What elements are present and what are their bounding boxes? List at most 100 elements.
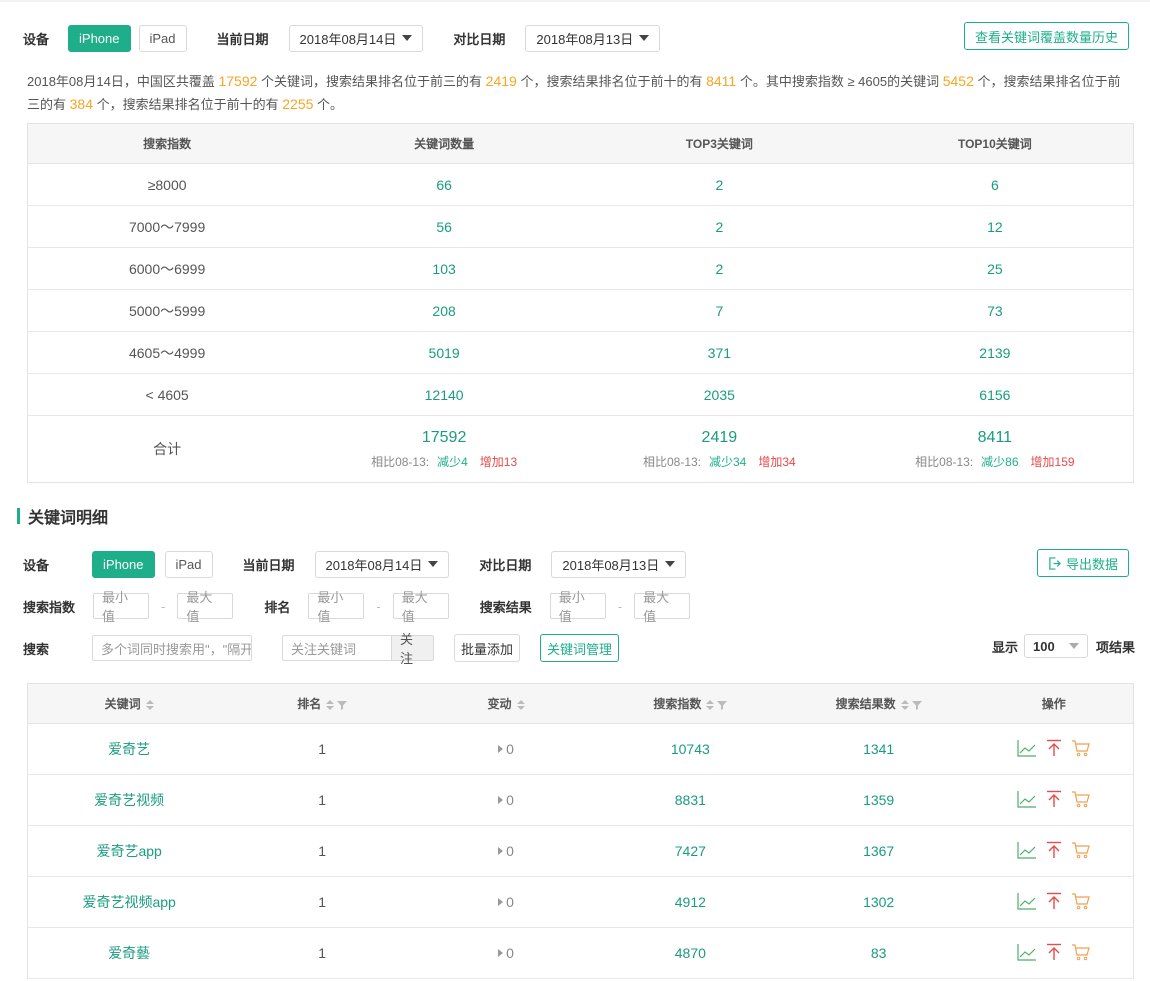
search-index-value: 10743	[597, 723, 783, 775]
table-row: 6000～6999 103 2 25	[27, 247, 1134, 290]
trend-chart-icon[interactable]	[1017, 739, 1037, 757]
cart-icon[interactable]	[1071, 943, 1091, 961]
header-change[interactable]: 变动	[414, 683, 598, 724]
chevron-down-icon	[1069, 643, 1080, 649]
table-header-row: 搜索指数 关键词数量 TOP3关键词 TOP10关键词	[27, 123, 1134, 164]
keyword-link[interactable]: 爱奇艺	[27, 723, 231, 775]
header-rank[interactable]: 排名	[230, 683, 415, 724]
device-iphone-button[interactable]: iPhone	[68, 24, 131, 52]
device-label: 设备	[23, 557, 50, 573]
rank-value: 1	[230, 723, 415, 775]
total-row: 合计 17592 相比08-13: 减少4 增加13 2419 相比08-13: 减少…	[28, 416, 1134, 483]
row-actions	[974, 825, 1134, 877]
trend-chart-icon[interactable]	[1017, 943, 1037, 961]
current-date-select[interactable]: 2018年08月14日	[288, 24, 424, 52]
device-ipad-button[interactable]: iPad	[164, 550, 213, 578]
keyword-link[interactable]: 爱奇艺视频app	[27, 876, 231, 928]
keyword-link[interactable]: 爱奇藝	[27, 927, 231, 979]
coverage-table: 搜索指数 关键词数量 TOP3关键词 TOP10关键词 ≥8000 66 2 6…	[27, 123, 1134, 483]
trend-chart-icon[interactable]	[1017, 892, 1037, 910]
row-actions	[974, 723, 1134, 775]
triangle-right-icon	[498, 796, 504, 804]
compare-date-select[interactable]: 2018年08月13日	[525, 24, 661, 52]
change-value: 0	[414, 825, 598, 877]
trend-chart-icon[interactable]	[1017, 841, 1037, 859]
sort-icon[interactable]	[706, 699, 715, 710]
result-count-value: 1302	[782, 876, 975, 928]
keyword-link[interactable]: 爱奇艺视频	[27, 774, 231, 826]
result-min-input[interactable]: 最小值	[549, 590, 606, 624]
follow-keyword-input[interactable]: 关注关键词	[282, 635, 393, 661]
rank-value: 1	[230, 876, 415, 928]
pin-top-icon[interactable]	[1045, 892, 1063, 910]
change-value: 0	[414, 774, 598, 826]
cart-icon[interactable]	[1071, 739, 1091, 757]
compare-date-label: 对比日期	[479, 557, 532, 573]
search-index-label: 搜索指数	[23, 599, 76, 615]
sort-icon[interactable]	[900, 699, 909, 710]
device-ipad-button[interactable]: iPad	[138, 24, 187, 52]
sort-icon[interactable]	[326, 699, 335, 710]
triangle-right-icon	[498, 745, 504, 753]
export-button[interactable]: 导出数据	[1037, 549, 1129, 577]
filter-icon[interactable]	[911, 700, 922, 710]
cart-icon[interactable]	[1071, 841, 1091, 859]
total-compare: 相比08-13: 减少86 增加159	[915, 454, 1075, 469]
keyword-manage-button[interactable]: 关键词管理	[540, 634, 620, 662]
header-keyword[interactable]: 关键词	[27, 683, 231, 724]
header-top3: TOP3关键词	[581, 123, 857, 164]
pin-top-icon[interactable]	[1045, 790, 1063, 808]
header-top10: TOP10关键词	[856, 123, 1134, 164]
total-top3: 2419	[701, 428, 738, 446]
search-input[interactable]: 多个词同时搜索用"，"隔开	[92, 635, 253, 661]
search-index-max-input[interactable]: 最大值	[177, 590, 234, 624]
table-row: 爱奇艺视频 1 0 8831 1359	[27, 774, 1134, 826]
sort-icon[interactable]	[516, 699, 525, 710]
batch-add-button[interactable]: 批量添加	[454, 634, 521, 662]
triangle-right-icon	[498, 847, 504, 855]
table-row: 爱奇艺 1 0 10743 1341	[27, 723, 1134, 775]
export-icon	[1049, 556, 1061, 570]
filter-icon[interactable]	[717, 700, 728, 710]
rank-min-input[interactable]: 最小值	[308, 590, 365, 624]
change-value: 0	[414, 927, 598, 979]
table-row: 4605～4999 5019 371 2139	[27, 331, 1134, 374]
device-iphone-button[interactable]: iPhone	[92, 550, 155, 578]
header-search-index[interactable]: 搜索指数	[597, 683, 783, 724]
rank-value: 1	[230, 825, 415, 877]
page-size-select[interactable]: 100	[1024, 634, 1089, 658]
filter-icon[interactable]	[337, 700, 348, 710]
sort-icon[interactable]	[145, 699, 154, 710]
header-actions: 操作	[974, 683, 1134, 724]
total-compare: 相比08-13: 减少34 增加34	[642, 454, 796, 469]
keyword-link[interactable]: 爱奇艺app	[27, 825, 231, 877]
cart-icon[interactable]	[1071, 790, 1091, 808]
rank-value: 1	[230, 927, 415, 979]
search-index-value: 7427	[597, 825, 783, 877]
range-filter-bar: 搜索指数 最小值 - 最大值 排名 最小值 - 最大值 搜索结果 最小值 - 最…	[23, 590, 691, 624]
cart-icon[interactable]	[1071, 892, 1091, 910]
follow-button[interactable]: 关注	[392, 632, 435, 666]
pin-top-icon[interactable]	[1045, 739, 1063, 757]
coverage-history-button[interactable]: 查看关键词覆盖数量历史	[964, 22, 1129, 50]
result-count-value: 1367	[782, 825, 975, 877]
header-result-count[interactable]: 搜索结果数	[782, 683, 975, 724]
search-result-label: 搜索结果	[479, 599, 532, 615]
trend-chart-icon[interactable]	[1017, 790, 1037, 808]
table-row: < 4605 12140 2035 6156	[27, 373, 1134, 416]
result-max-input[interactable]: 最大值	[634, 590, 691, 624]
current-date-select[interactable]: 2018年08月14日	[314, 550, 450, 578]
page-size-control: 显示 100 项结果	[992, 632, 1135, 660]
header-search-index: 搜索指数	[27, 123, 307, 164]
total-compare: 相比08-13: 减少4 增加13	[371, 454, 518, 469]
section-accent-bar	[17, 508, 20, 524]
coverage-filter-bar: 设备 iPhone iPad 当前日期 2018年08月14日 对比日期 201…	[23, 24, 661, 52]
rank-max-input[interactable]: 最大值	[392, 590, 449, 624]
row-actions	[974, 774, 1134, 826]
pin-top-icon[interactable]	[1045, 943, 1063, 961]
pin-top-icon[interactable]	[1045, 841, 1063, 859]
chevron-down-icon	[402, 35, 413, 41]
compare-date-select[interactable]: 2018年08月13日	[551, 550, 687, 578]
search-index-min-input[interactable]: 最小值	[93, 590, 150, 624]
table-header-row: 关键词 排名 变动 搜索指数 搜索结果数 操作	[27, 683, 1134, 724]
